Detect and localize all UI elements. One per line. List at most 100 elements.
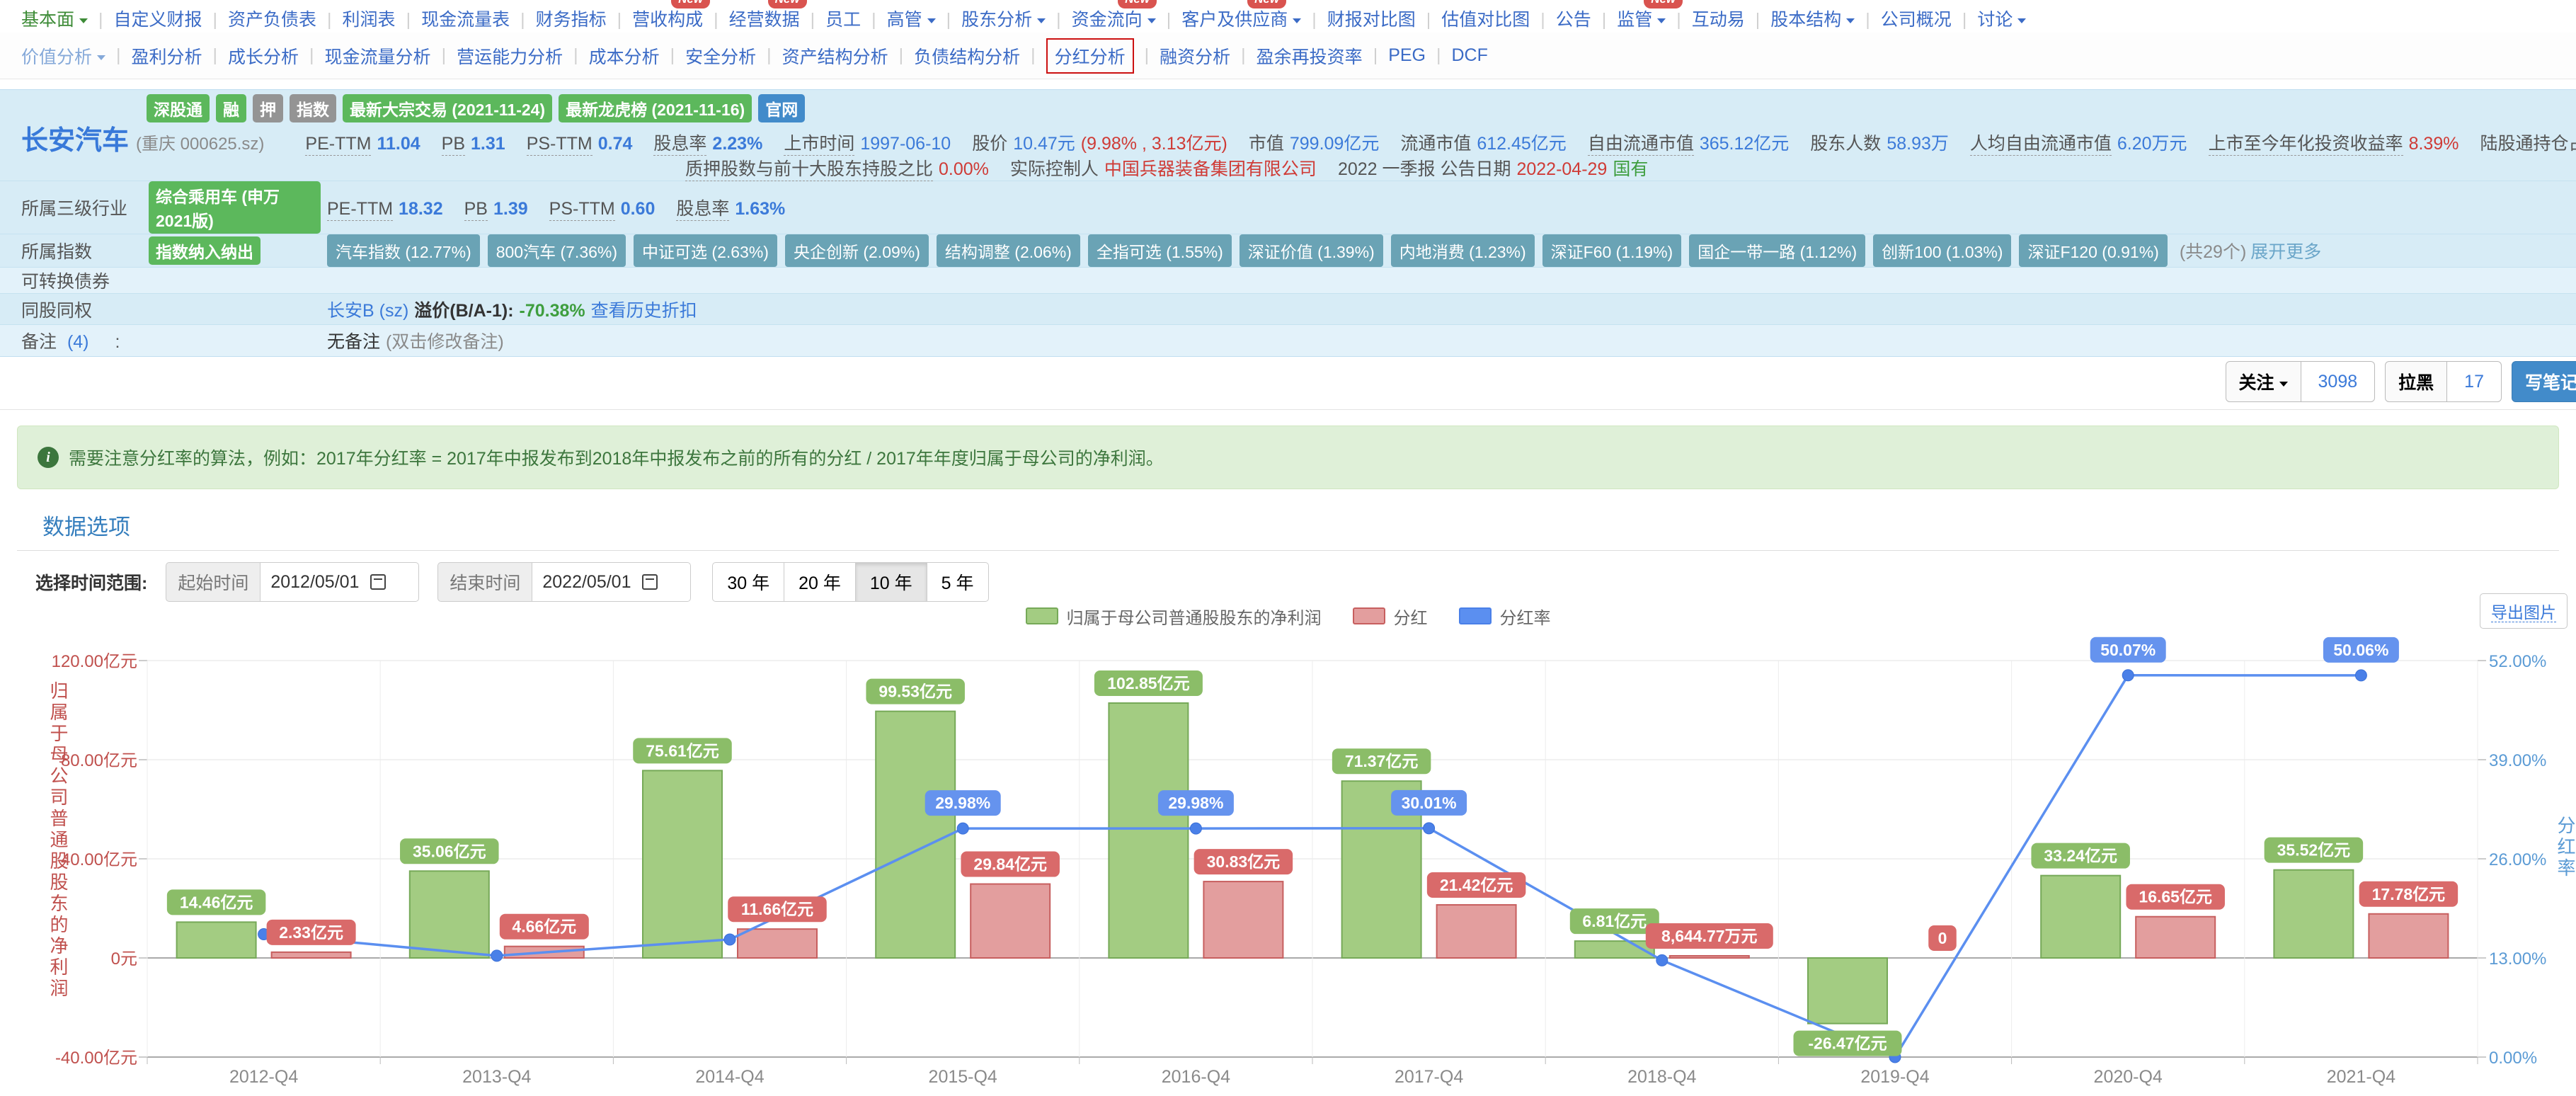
action-bar: 关注 3098 拉黑 17 写笔记 xyxy=(0,361,2576,402)
stock-badge: 押 xyxy=(253,94,283,122)
index-tag[interactable]: 央企创新 (2.09%) xyxy=(785,234,929,267)
index-tag[interactable]: 结构调整 (2.06%) xyxy=(937,234,1080,267)
legend-dividend[interactable]: 分红 xyxy=(1353,604,1428,629)
range-button-5年[interactable]: 5 年 xyxy=(927,562,989,602)
index-tag[interactable]: 汽车指数 (12.77%) xyxy=(327,234,480,267)
nav-item-18[interactable]: 股本结构 xyxy=(1770,6,1855,31)
index-tag[interactable]: 国企一带一路 (1.12%) xyxy=(1689,234,1865,267)
nav-item-4[interactable]: 现金流量表 xyxy=(421,6,510,31)
svg-text:52.00%: 52.00% xyxy=(2489,652,2546,671)
nav-item-7[interactable]: 资产结构分析 xyxy=(782,43,888,69)
export-image-button[interactable]: 导出图片 xyxy=(2480,593,2568,629)
nav-separator: | xyxy=(442,45,447,66)
info-icon: i xyxy=(38,447,59,468)
nav-item-8[interactable]: 员工 xyxy=(825,6,861,31)
metric-value: 10.47元 xyxy=(1013,134,1075,154)
metric-label: PS-TTM xyxy=(527,134,593,156)
nav-item-14[interactable]: 估值对比图 xyxy=(1441,6,1530,31)
index-tag[interactable]: 深证价值 (1.39%) xyxy=(1240,234,1383,267)
nav-item-1[interactable]: 盈利分析 xyxy=(132,43,202,69)
nav-item-9[interactable]: 分红分析 xyxy=(1046,38,1134,74)
expand-more-link[interactable]: 展开更多 xyxy=(2250,242,2321,262)
nav-item-8[interactable]: 负债结构分析 xyxy=(914,43,1020,69)
start-date-input[interactable]: 2012/05/01 xyxy=(260,562,419,602)
nav-separator: | xyxy=(617,10,622,30)
legend-net-profit[interactable]: 归属于母公司普通股股东的净利润 xyxy=(1026,604,1322,629)
end-date-input[interactable]: 2022/05/01 xyxy=(532,562,691,602)
range-button-20年[interactable]: 20 年 xyxy=(784,562,856,602)
convertible-bond-row: 可转换债券 xyxy=(0,268,2576,294)
industry-badge[interactable]: 综合乘用车 (申万2021版) xyxy=(149,181,321,234)
svg-text:-26.47亿元: -26.47亿元 xyxy=(1808,1034,1887,1053)
metric-value: 58.93万 xyxy=(1887,134,1949,154)
stock-badge[interactable]: 官网 xyxy=(758,94,805,122)
block-count[interactable]: 17 xyxy=(2447,361,2502,402)
calendar-icon[interactable] xyxy=(642,574,658,590)
metric-value[interactable]: 长安B (sz) xyxy=(327,301,408,321)
nav-item-3[interactable]: 现金流量分析 xyxy=(325,43,431,69)
block-button[interactable]: 拉黑 xyxy=(2385,361,2447,402)
nav-item-16[interactable]: 监管New xyxy=(1617,6,1666,31)
nav-item-0[interactable]: 基本面 xyxy=(21,6,88,31)
nav-item-11[interactable]: 资金流向New xyxy=(1072,6,1156,31)
metric-value: (双击修改备注) xyxy=(386,332,504,352)
nav-item-label: 融资分析 xyxy=(1160,47,1230,67)
svg-text:102.85亿元: 102.85亿元 xyxy=(1107,674,1189,692)
nav-item-0[interactable]: 价值分析 xyxy=(21,43,105,69)
index-tag[interactable]: 内地消费 (1.23%) xyxy=(1391,234,1535,267)
nav-item-10[interactable]: 股东分析 xyxy=(961,6,1046,31)
stock-badge[interactable]: 最新大宗交易 (2021-11-24) xyxy=(343,94,552,122)
nav-item-9[interactable]: 高管 xyxy=(887,6,936,31)
nav-item-17[interactable]: 互动易 xyxy=(1692,6,1745,31)
nav-item-13[interactable]: DCF xyxy=(1451,45,1487,66)
index-tag[interactable]: 中证可选 (2.63%) xyxy=(634,234,777,267)
nav-item-label: 资金流向 xyxy=(1072,10,1143,30)
nav-item-12[interactable]: PEG xyxy=(1388,45,1426,66)
nav-item-7[interactable]: 经营数据New xyxy=(729,6,800,31)
metric-value: 0.00% xyxy=(939,159,989,179)
svg-text:2021-Q4: 2021-Q4 xyxy=(2327,1067,2395,1087)
index-tag[interactable]: 深证F60 (1.19%) xyxy=(1542,234,1682,267)
metric-value[interactable]: 查看历史折扣 xyxy=(591,301,697,321)
calendar-icon[interactable] xyxy=(370,574,386,590)
svg-text:75.61亿元: 75.61亿元 xyxy=(646,741,719,760)
nav-item-6[interactable]: 安全分析 xyxy=(685,43,756,69)
nav-item-15[interactable]: 公告 xyxy=(1556,6,1591,31)
stock-code: (重庆 000625.sz) xyxy=(136,130,264,154)
index-tag[interactable]: 全指可选 (1.55%) xyxy=(1088,234,1232,267)
note-row[interactable]: 备注 (4) : 无备注(双击修改备注) xyxy=(0,325,2576,356)
nav-item-6[interactable]: 营收构成New xyxy=(632,6,703,31)
nav-item-5[interactable]: 成本分析 xyxy=(589,43,660,69)
nav-item-11[interactable]: 盈余再投资率 xyxy=(1256,43,1363,69)
industry-row: 所属三级行业 综合乘用车 (申万2021版) PE-TTM18.32PB1.39… xyxy=(0,181,2576,234)
range-button-10年[interactable]: 10 年 xyxy=(855,562,927,602)
range-button-30年[interactable]: 30 年 xyxy=(712,562,784,602)
nav-item-10[interactable]: 融资分析 xyxy=(1160,43,1230,69)
legend-dividend-rate[interactable]: 分红率 xyxy=(1459,604,1551,629)
indices-badge[interactable]: 指数纳入纳出 xyxy=(149,236,261,265)
action-bar-wrap: 关注 3098 拉黑 17 写笔记 xyxy=(0,357,2576,410)
nav-item-2[interactable]: 资产负债表 xyxy=(228,6,316,31)
caret-down-icon xyxy=(79,18,88,23)
follow-button[interactable]: 关注 xyxy=(2226,361,2301,402)
nav-item-4[interactable]: 营运能力分析 xyxy=(457,43,563,69)
metric-label: PB xyxy=(442,134,465,156)
index-tag[interactable]: 800汽车 (7.36%) xyxy=(488,234,626,267)
nav-item-20[interactable]: 讨论 xyxy=(1977,6,2026,31)
index-tag[interactable]: 创新100 (1.03%) xyxy=(1873,234,2011,267)
stock-badge[interactable]: 最新龙虎榜 (2021-11-16) xyxy=(559,94,752,122)
metric-label: 自由流通市值 xyxy=(1588,134,1694,156)
write-note-button[interactable]: 写笔记 xyxy=(2512,361,2576,402)
nav-item-1[interactable]: 自定义财报 xyxy=(114,6,202,31)
metric-value: 8.39% xyxy=(2409,134,2459,154)
legend-swatch-blue xyxy=(1459,607,1492,624)
nav-item-2[interactable]: 成长分析 xyxy=(228,43,299,69)
follow-count[interactable]: 3098 xyxy=(2301,361,2376,402)
nav-item-12[interactable]: 客户及供应商New xyxy=(1181,6,1301,31)
index-tag[interactable]: 深证F120 (0.91%) xyxy=(2019,234,2167,267)
nav-item-13[interactable]: 财报对比图 xyxy=(1327,6,1416,31)
nav-item-5[interactable]: 财务指标 xyxy=(536,6,607,31)
industry-label: 所属三级行业 xyxy=(21,195,149,220)
nav-item-3[interactable]: 利润表 xyxy=(343,6,396,31)
nav-item-19[interactable]: 公司概况 xyxy=(1881,6,1952,31)
